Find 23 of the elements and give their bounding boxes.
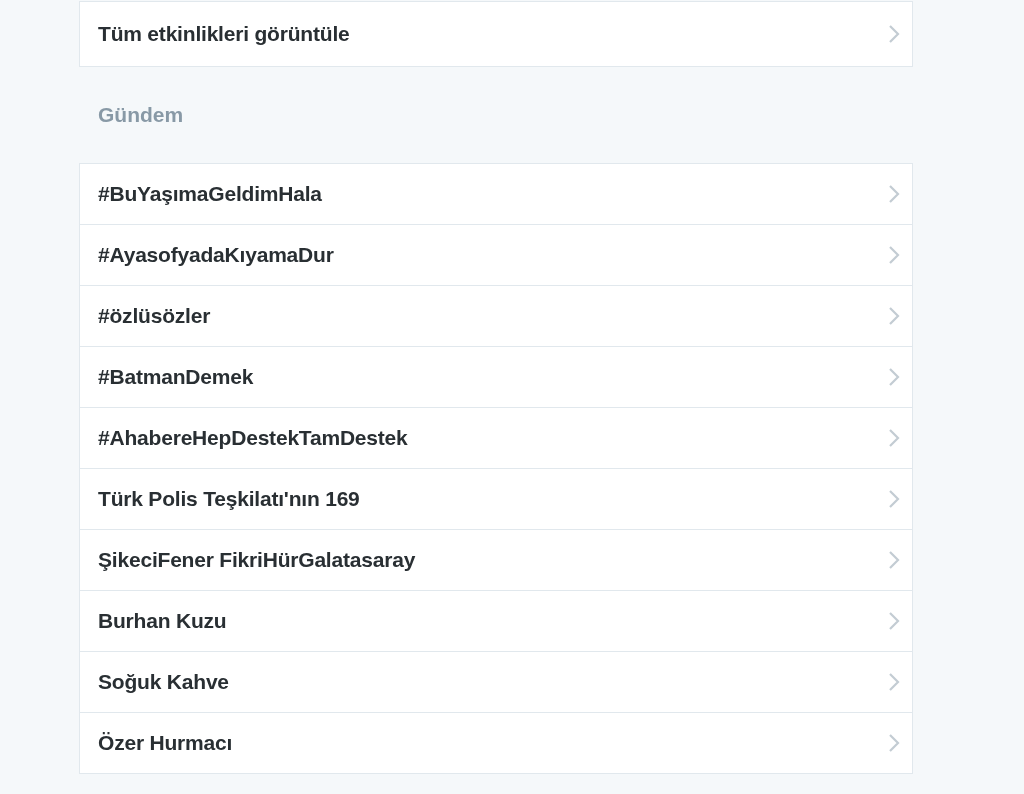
list-item[interactable]: ŞikeciFener FikriHürGalatasaray [80, 529, 912, 590]
list-item[interactable]: #özlüsözler [80, 285, 912, 346]
list-item[interactable]: Burhan Kuzu [80, 590, 912, 651]
section-title: Gündem [97, 102, 185, 128]
chevron-right-icon [888, 611, 900, 631]
chevron-right-icon [888, 733, 900, 753]
chevron-right-icon [888, 428, 900, 448]
list-item[interactable]: #AhabereHepDestekTamDestek [80, 407, 912, 468]
chevron-right-icon [888, 184, 900, 204]
list-item[interactable]: Türk Polis Teşkilatı'nın 169 [80, 468, 912, 529]
list-item[interactable]: Özer Hurmacı [80, 712, 912, 773]
chevron-right-icon [888, 306, 900, 326]
chevron-right-icon [888, 550, 900, 570]
list-item[interactable]: Soğuk Kahve [80, 651, 912, 712]
chevron-right-icon [888, 489, 900, 509]
chevron-right-icon [888, 672, 900, 692]
list-item[interactable]: #BatmanDemek [80, 346, 912, 407]
chevron-right-icon [888, 245, 900, 265]
chevron-right-icon [888, 367, 900, 387]
list-item[interactable]: Tüm etkinlikleri görüntüle [80, 2, 912, 66]
list-item[interactable]: #BuYaşımaGeldimHala [80, 164, 912, 224]
list-item[interactable]: #AyasofyadaKıyamaDur [80, 224, 912, 285]
chevron-right-icon [888, 24, 900, 44]
